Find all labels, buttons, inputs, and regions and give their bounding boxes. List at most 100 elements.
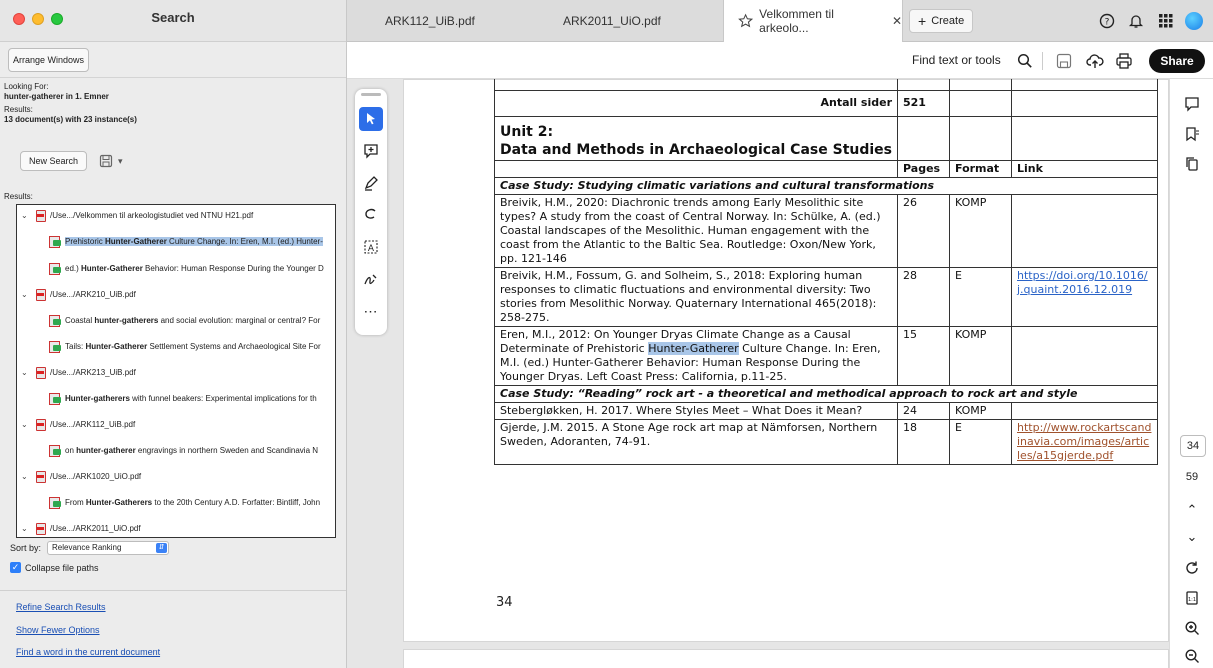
share-button[interactable]: Share [1149,49,1205,73]
save-icon [99,154,113,168]
antall-value: 521 [897,89,950,117]
bookmark-icon [1186,127,1199,142]
results-summary: 13 document(s) with 23 instance(s) [4,115,137,124]
new-search-button[interactable]: New Search [20,151,88,171]
result-hit-row[interactable]: Hunter-gatherers with funnel beakers: Ex… [17,388,335,408]
result-hit-row[interactable]: Prehistoric Hunter-Gatherer Culture Chan… [17,231,335,251]
apps-grid-icon[interactable] [1155,10,1177,32]
more-tools-button[interactable]: ⋯ [359,299,383,323]
tab-ark2011[interactable]: ARK2011_UiO.pdf [563,0,661,42]
table-header-row: Pages Format Link [494,159,1158,178]
rotate-button[interactable] [1181,557,1203,579]
arrange-row: Arrange Windows [0,42,346,78]
sign-tool[interactable] [359,267,383,291]
more-icon: ⋯ [363,302,379,319]
previous-page-button[interactable]: ⌃ [1181,499,1203,521]
result-doc-row[interactable]: ⌄ /Use.../ARK2011_UiO.pdf [17,518,335,537]
pages-cell: 15 [897,325,950,386]
antall-label: Antall sider [494,89,898,117]
comments-panel-button[interactable] [1181,93,1203,115]
chevron-down-icon[interactable]: ⌄ [21,211,31,220]
result-hit-row[interactable]: Tails: Hunter-Gatherer Settlement System… [17,336,335,356]
pages-panel-button[interactable] [1181,153,1203,175]
sort-by-select[interactable]: Relevance Ranking ⇵ [47,541,170,555]
reference-cell: Breivik, H.M., Fossum, G. and Solheim, S… [494,266,898,327]
account-avatar[interactable] [1183,10,1205,32]
format-cell: KOMP [949,401,1012,420]
add-comment-icon [364,144,378,159]
chevron-down-icon[interactable]: ⌄ [21,524,31,533]
result-hit-row[interactable]: on hunter-gatherer engravings in norther… [17,440,335,460]
pdf-file-icon [35,288,46,301]
rockart-link[interactable]: http://www.rockartscandinavia.com/images… [1017,421,1151,462]
search-highlight: Hunter-Gatherer [648,341,739,355]
case-study-row: Case Study: “Reading” rock art - a theor… [494,384,1158,403]
find-text-or-tools-button[interactable]: Find text or tools [912,53,1001,67]
result-doc-row[interactable]: ⌄ /Use.../Velkommen til arkeologistudiet … [17,205,335,225]
zoom-in-button[interactable] [1181,617,1203,639]
next-page-button[interactable]: ⌄ [1181,526,1203,548]
search-panel-title: Search [151,10,195,25]
show-fewer-options-link[interactable]: Show Fewer Options [16,625,100,635]
table-row [494,79,1158,91]
results-list[interactable]: ⌄ /Use.../Velkommen til arkeologistudiet … [16,204,336,538]
search-icon[interactable] [1017,53,1033,69]
result-doc-row[interactable]: ⌄ /Use.../ARK1020_UiO.pdf [17,466,335,486]
chevron-down-icon[interactable]: ⌄ [21,472,31,481]
page-number-input[interactable]: 34 [1180,435,1206,457]
save-icon[interactable] [1056,53,1072,69]
pages-cell: 28 [897,266,950,327]
collapse-paths-checkbox[interactable]: ✓ [10,562,21,573]
create-button[interactable]: + Create [909,9,974,33]
zoom-out-icon [1185,649,1199,663]
star-icon[interactable] [738,13,754,29]
bell-icon[interactable] [1125,10,1147,32]
tab-velkommen[interactable]: Velkommen til arkeolo... ✕ [723,0,903,42]
chevron-down-icon[interactable]: ⌄ [21,368,31,377]
fit-page-icon: 1:1 [1186,591,1198,605]
save-results-menu[interactable]: ▾ [99,154,123,168]
text-box-tool[interactable]: A [359,235,383,259]
reading-list-table: Antall sider 521 Unit 2: Data and Method… [494,79,1158,465]
refresh-icon [1186,561,1198,574]
chevron-down-icon[interactable]: ⌄ [21,420,31,429]
result-hit-row[interactable]: Coastal hunter-gatherers and social evol… [17,310,335,330]
result-hit-text: From Hunter-Gatherers to the 20th Centur… [65,497,321,507]
arrange-windows-button[interactable]: Arrange Windows [8,48,90,72]
doi-link[interactable]: https://doi.org/10.1016/j.quaint.2016.12… [1017,269,1148,296]
highlight-tool[interactable] [359,171,383,195]
close-tab-icon[interactable]: ✕ [892,14,902,28]
upload-cloud-icon[interactable] [1086,52,1104,70]
help-icon[interactable]: ? [1096,10,1118,32]
find-word-link[interactable]: Find a word in the current document [16,647,160,657]
select-tool[interactable] [359,107,383,131]
result-hit-row[interactable]: From Hunter-Gatherers to the 20th Centur… [17,492,335,512]
result-doc-row[interactable]: ⌄ /Use.../ARK210_UiB.pdf [17,284,335,304]
toolbar-divider [1042,52,1043,70]
search-hit-icon [49,314,61,327]
refine-search-link[interactable]: Refine Search Results [16,602,106,612]
select-arrows-icon: ⇵ [156,543,168,553]
zoom-out-button[interactable] [1181,645,1203,667]
tab-ark112[interactable]: ARK112_UiB.pdf [385,0,475,42]
search-summary: Looking For: hunter-gatherer in 1. Emner… [4,82,344,125]
chevron-down-icon[interactable]: ⌄ [21,290,31,299]
result-hit-row[interactable]: ed.) Hunter-Gatherer Behavior: Human Res… [17,258,335,278]
add-comment-tool[interactable] [359,139,383,163]
result-doc-row[interactable]: ⌄ /Use.../ARK213_UiB.pdf [17,362,335,382]
case-study-title: Case Study: Studying climatic variations… [494,176,1158,195]
document-viewer[interactable]: A ⋯ Antall sider 521 Unit 2: Data and Me… [347,79,1169,668]
result-doc-row[interactable]: ⌄ /Use.../ARK112_UiB.pdf [17,414,335,434]
result-hit-text: Tails: Hunter-Gatherer Settlement System… [65,341,321,351]
next-pdf-page [403,649,1169,668]
draw-tool[interactable] [359,203,383,227]
pdf-file-icon [35,366,46,379]
format-cell: KOMP [949,193,1012,268]
find-label: Find text or tools [912,53,1001,67]
fit-page-button[interactable]: 1:1 [1181,587,1203,609]
print-icon[interactable] [1115,52,1133,70]
drag-handle[interactable] [361,93,381,96]
unit-title-2: Data and Methods in Archaeological Case … [500,141,892,158]
bookmarks-panel-button[interactable] [1181,123,1203,145]
table-row: Eren, M.I., 2012: On Younger Dryas Clima… [494,325,1158,386]
